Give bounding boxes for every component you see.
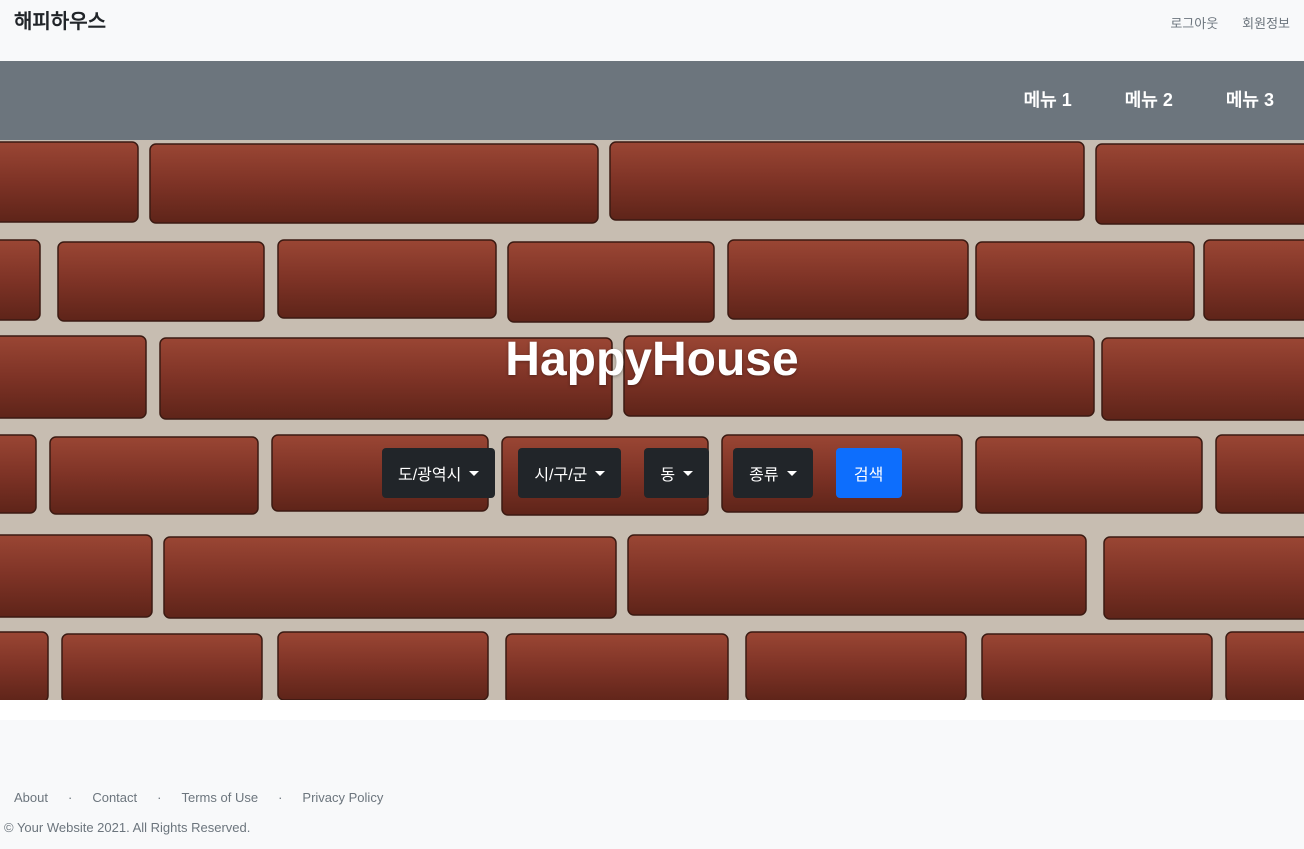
caret-down-icon bbox=[595, 470, 606, 476]
menu-item-2[interactable]: 메뉴 2 bbox=[1125, 88, 1173, 112]
brick bbox=[507, 241, 715, 323]
brick bbox=[0, 141, 139, 223]
brick bbox=[1095, 143, 1304, 225]
brick bbox=[745, 631, 967, 700]
brick bbox=[277, 239, 497, 319]
footer-link-terms[interactable]: Terms of Use bbox=[181, 789, 258, 807]
brick bbox=[975, 436, 1203, 514]
city-dropdown[interactable]: 시/구/군 bbox=[518, 448, 622, 498]
brick bbox=[57, 241, 265, 322]
user-links: 로그아웃 회원정보 bbox=[1170, 15, 1290, 33]
brick bbox=[1203, 239, 1304, 321]
footer-link-privacy[interactable]: Privacy Policy bbox=[302, 789, 383, 807]
footer-link-about[interactable]: About bbox=[14, 789, 48, 807]
hero-title: HappyHouse bbox=[505, 333, 799, 386]
separator-strip bbox=[0, 700, 1304, 720]
brick bbox=[1215, 434, 1304, 514]
brick bbox=[0, 434, 37, 514]
province-dropdown-label: 도/광역시 bbox=[398, 467, 462, 484]
brick bbox=[627, 534, 1087, 616]
copyright-text: © Your Website 2021. All Rights Reserved… bbox=[4, 820, 251, 835]
brick bbox=[981, 633, 1213, 700]
caret-down-icon bbox=[786, 470, 797, 476]
separator-dot: · bbox=[157, 790, 162, 805]
brick bbox=[277, 631, 489, 700]
member-info-link[interactable]: 회원정보 bbox=[1242, 15, 1290, 33]
brick bbox=[149, 143, 599, 224]
dong-dropdown[interactable]: 동 bbox=[644, 448, 710, 498]
separator-dot: · bbox=[278, 790, 283, 805]
top-navbar: 해피하우스 로그아웃 회원정보 bbox=[0, 0, 1304, 61]
menu-item-3[interactable]: 메뉴 3 bbox=[1226, 88, 1274, 112]
footer-link-contact[interactable]: Contact bbox=[92, 789, 137, 807]
brick-wall-background bbox=[0, 140, 1304, 700]
main-menu: 메뉴 1 메뉴 2 메뉴 3 bbox=[1024, 88, 1274, 112]
brick bbox=[49, 436, 259, 515]
brick bbox=[727, 239, 969, 320]
brick bbox=[1103, 536, 1304, 620]
province-dropdown[interactable]: 도/광역시 bbox=[382, 448, 496, 498]
brick bbox=[0, 239, 41, 321]
city-dropdown-label: 시/구/군 bbox=[534, 467, 588, 484]
hero-section: HappyHouse 도/광역시 시/구/군 동 종류 검색 bbox=[0, 140, 1304, 700]
brick bbox=[1225, 631, 1304, 700]
search-form: 도/광역시 시/구/군 동 종류 검색 bbox=[382, 448, 902, 498]
brand-logo[interactable]: 해피하우스 bbox=[14, 10, 106, 34]
search-button[interactable]: 검색 bbox=[835, 448, 902, 498]
separator-dot: · bbox=[67, 790, 73, 805]
caret-down-icon bbox=[469, 470, 480, 476]
footer: About · Contact · Terms of Use · Privacy… bbox=[0, 720, 1304, 849]
dong-dropdown-label: 동 bbox=[660, 467, 676, 484]
logout-link[interactable]: 로그아웃 bbox=[1170, 15, 1218, 33]
brick bbox=[163, 536, 617, 619]
brick bbox=[0, 534, 153, 618]
footer-links: About · Contact · Terms of Use · Privacy… bbox=[14, 789, 383, 807]
type-dropdown-label: 종류 bbox=[749, 467, 779, 484]
brick bbox=[609, 141, 1085, 221]
caret-down-icon bbox=[683, 470, 694, 476]
menu-item-1[interactable]: 메뉴 1 bbox=[1024, 88, 1072, 112]
brick bbox=[505, 633, 729, 700]
type-dropdown[interactable]: 종류 bbox=[733, 448, 813, 498]
brick bbox=[61, 633, 263, 700]
main-menu-bar: 메뉴 1 메뉴 2 메뉴 3 bbox=[0, 61, 1304, 140]
brick bbox=[0, 631, 49, 700]
brick bbox=[975, 241, 1195, 321]
